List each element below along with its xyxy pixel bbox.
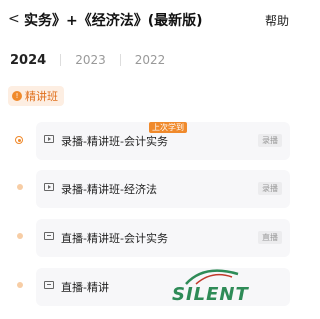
- lesson-card[interactable]: 录播-精讲班-经济法 录播: [36, 170, 290, 208]
- lesson-tag: 录播: [258, 182, 282, 195]
- help-button[interactable]: 帮助: [265, 12, 289, 29]
- lesson-label: 录播-精讲班-会计实务: [61, 135, 168, 148]
- lesson-label: 直播-精讲班-会计实务: [61, 232, 168, 245]
- play-icon: [44, 183, 54, 191]
- tab-year-2022[interactable]: 2022: [135, 53, 166, 67]
- watermark-logo: SILENT: [172, 268, 262, 316]
- class-badge-label: 精讲班: [25, 90, 58, 103]
- page-title: 实务》+《经济法》(最新版): [24, 13, 203, 29]
- tab-year-2024[interactable]: 2024: [10, 53, 46, 68]
- timeline-current-dot: [15, 136, 23, 144]
- lesson-tag: 录播: [258, 134, 282, 147]
- year-tabs: 2024 2023 2022: [10, 50, 165, 70]
- live-icon: [44, 232, 54, 240]
- divider: [119, 54, 121, 66]
- timeline-dot: [17, 233, 23, 239]
- lesson-label: 直播-精讲: [61, 281, 109, 294]
- header-bar: < 实务》+《经济法》(最新版) 帮助: [0, 0, 309, 40]
- last-learned-badge: 上次学到: [149, 122, 187, 133]
- lesson-tag: 直播: [258, 231, 282, 244]
- play-icon: [44, 135, 54, 143]
- timeline-dot: [17, 282, 23, 288]
- exclamation-icon: !: [12, 91, 22, 101]
- lesson-card[interactable]: 直播-精讲班-会计实务 直播: [36, 219, 290, 257]
- tab-year-2023[interactable]: 2023: [75, 53, 106, 67]
- back-icon[interactable]: <: [8, 11, 20, 27]
- class-badge[interactable]: ! 精讲班: [8, 86, 64, 106]
- divider: [60, 54, 62, 66]
- live-icon: [44, 281, 54, 289]
- lesson-label: 录播-精讲班-经济法: [61, 183, 157, 196]
- watermark-text: SILENT: [172, 284, 249, 305]
- timeline-dot: [17, 184, 23, 190]
